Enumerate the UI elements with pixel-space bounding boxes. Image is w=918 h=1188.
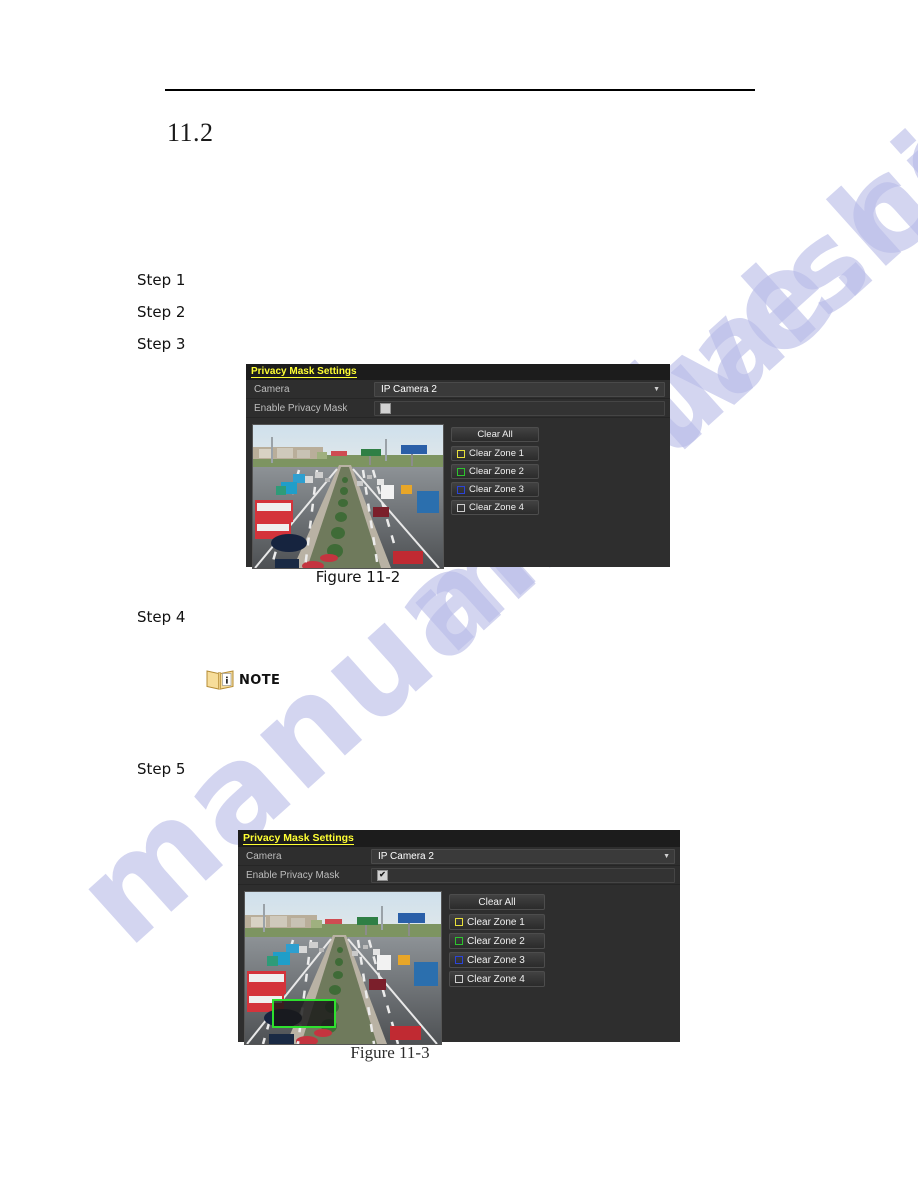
camera-row: Camera IP Camera 2 ▼ <box>238 847 680 866</box>
privacy-mask-zone-rectangle[interactable] <box>272 999 336 1028</box>
zone-3-color-swatch <box>457 485 465 494</box>
video-preview-2[interactable] <box>244 891 442 1045</box>
camera-select[interactable]: IP Camera 2 ▼ <box>371 848 675 864</box>
enable-privacy-mask-row: Enable Privacy Mask ✔ <box>238 866 680 885</box>
clear-all-label: Clear All <box>477 429 513 440</box>
clear-zone-2-button[interactable]: Clear Zone 2 <box>449 933 545 949</box>
zone-3-color-swatch <box>455 956 463 964</box>
dialog-titlebar: Privacy Mask Settings <box>246 364 670 380</box>
clear-zone-3-button[interactable]: Clear Zone 3 <box>449 952 545 968</box>
enable-privacy-mask-checkbox[interactable]: ✔ <box>377 869 388 881</box>
clear-zone-2-label: Clear Zone 2 <box>469 466 524 477</box>
step-label-2: Step 2 <box>137 303 186 321</box>
note-callout: NOTE <box>205 668 280 692</box>
highway-scene-image <box>253 425 443 568</box>
figure-caption-1: Figure 11-2 <box>315 568 401 586</box>
enable-privacy-mask-label: Enable Privacy Mask <box>246 869 340 881</box>
clear-zone-2-label: Clear Zone 2 <box>467 935 525 947</box>
camera-label: Camera <box>246 850 282 862</box>
page-title: 11.2 <box>167 118 214 147</box>
video-preview-1[interactable] <box>252 424 444 569</box>
dialog-titlebar: Privacy Mask Settings <box>238 830 680 847</box>
enable-privacy-mask-field[interactable] <box>374 400 665 416</box>
clear-zone-4-label: Clear Zone 4 <box>469 502 524 513</box>
zone-button-column-1: Clear All Clear Zone 1 Clear Zone 2 Clea… <box>451 424 539 569</box>
clear-zone-1-label: Clear Zone 1 <box>469 448 524 459</box>
step-label-3: Step 3 <box>137 335 186 353</box>
step-label-5: Step 5 <box>137 760 186 778</box>
zone-4-color-swatch <box>457 503 465 512</box>
note-label: NOTE <box>239 672 281 688</box>
clear-all-label: Clear All <box>478 896 516 908</box>
clear-zone-2-button[interactable]: Clear Zone 2 <box>451 464 539 479</box>
privacy-mask-settings-dialog-1: Privacy Mask Settings Camera IP Camera 2… <box>246 364 670 569</box>
step-label-1: Step 1 <box>137 271 186 289</box>
chevron-down-icon: ▼ <box>663 852 670 860</box>
clear-zone-4-label: Clear Zone 4 <box>467 973 525 985</box>
clear-zone-4-button[interactable]: Clear Zone 4 <box>449 971 545 987</box>
enable-privacy-mask-label: Enable Privacy Mask <box>254 402 348 414</box>
clear-zone-1-button[interactable]: Clear Zone 1 <box>451 446 539 461</box>
zone-4-color-swatch <box>455 975 463 983</box>
camera-select[interactable]: IP Camera 2 ▼ <box>374 381 665 397</box>
clear-zone-3-button[interactable]: Clear Zone 3 <box>451 482 539 497</box>
dialog-body: Clear All Clear Zone 1 Clear Zone 2 Clea… <box>246 418 670 569</box>
document-page: 11.2 Step 1 Step 2 Step 3 Step 4 Step 5 … <box>0 0 918 1188</box>
enable-privacy-mask-checkbox[interactable] <box>380 402 391 414</box>
open-book-info-icon <box>206 670 234 690</box>
enable-privacy-mask-row: Enable Privacy Mask <box>246 399 670 418</box>
zone-1-color-swatch <box>455 918 463 926</box>
figure-caption-2: Figure 11-3 <box>350 1043 430 1062</box>
clear-all-button[interactable]: Clear All <box>451 427 539 442</box>
clear-zone-3-label: Clear Zone 3 <box>467 954 525 966</box>
clear-zone-4-button[interactable]: Clear Zone 4 <box>451 500 539 515</box>
camera-row: Camera IP Camera 2 ▼ <box>246 380 670 399</box>
camera-select-value: IP Camera 2 <box>378 850 434 862</box>
dialog-title: Privacy Mask Settings <box>251 366 357 378</box>
clear-zone-1-button[interactable]: Clear Zone 1 <box>449 914 545 930</box>
clear-zone-3-label: Clear Zone 3 <box>469 484 524 495</box>
zone-1-color-swatch <box>457 449 465 458</box>
privacy-mask-settings-dialog-2: Privacy Mask Settings Camera IP Camera 2… <box>238 830 680 1045</box>
dialog-title: Privacy Mask Settings <box>243 831 354 845</box>
camera-label: Camera <box>254 383 290 395</box>
enable-privacy-mask-field[interactable]: ✔ <box>371 867 675 883</box>
zone-2-color-swatch <box>455 937 463 945</box>
header-rule <box>165 89 755 91</box>
clear-zone-1-label: Clear Zone 1 <box>467 916 525 928</box>
chevron-down-icon: ▼ <box>653 385 660 393</box>
zone-button-column-2: Clear All Clear Zone 1 Clear Zone 2 Clea… <box>449 891 545 1045</box>
dialog-body: Clear All Clear Zone 1 Clear Zone 2 Clea… <box>238 885 680 1045</box>
camera-select-value: IP Camera 2 <box>381 383 437 395</box>
zone-2-color-swatch <box>457 467 465 476</box>
clear-all-button[interactable]: Clear All <box>449 894 545 910</box>
step-label-4: Step 4 <box>137 608 186 626</box>
